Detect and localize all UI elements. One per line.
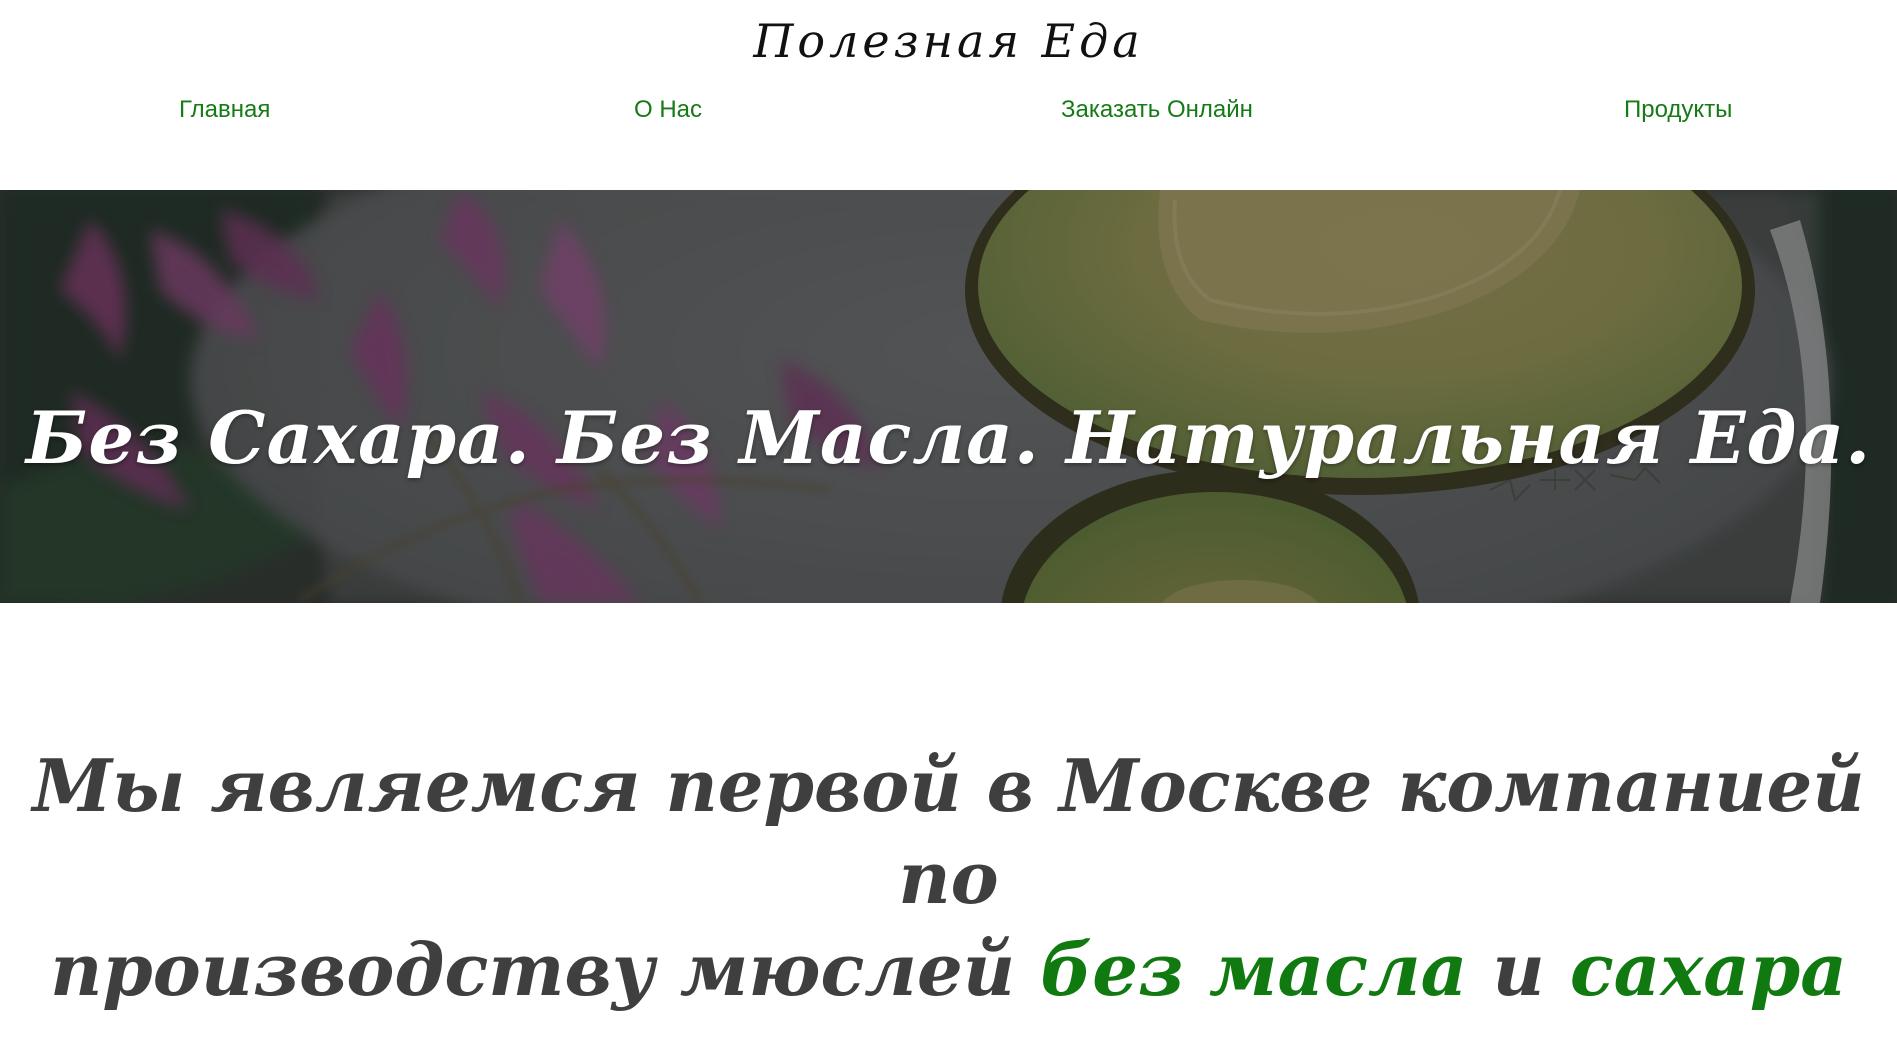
nav-link-about[interactable]: О Нас: [634, 96, 702, 124]
tagline-connector: и: [1467, 927, 1570, 1012]
nav-link-order-online[interactable]: Заказать Онлайн: [1061, 96, 1253, 124]
about-tagline: Мы являемся первой в Москве компанией по…: [0, 740, 1897, 1016]
hero-title: Без Сахара. Без Масла. Натуральная Еда.: [25, 395, 1872, 481]
tagline-line-1: Мы являемся первой в Москве компанией по: [32, 743, 1865, 920]
site-header: Полезная Еда Главная О Нас Заказать Онла…: [0, 0, 1897, 190]
tagline-line-2: производству мюслей без масла и сахара: [0, 924, 1897, 1016]
nav-link-home[interactable]: Главная: [179, 96, 270, 124]
highlight-no-oil: без масла: [1040, 927, 1468, 1012]
site-logo[interactable]: Полезная Еда: [0, 14, 1897, 68]
nav-link-products[interactable]: Продукты: [1624, 96, 1732, 124]
tagline-text: производству мюслей: [50, 927, 1041, 1012]
highlight-no-sugar: сахара: [1569, 927, 1847, 1012]
hero-banner: Без Сахара. Без Масла. Натуральная Еда.: [0, 190, 1897, 603]
